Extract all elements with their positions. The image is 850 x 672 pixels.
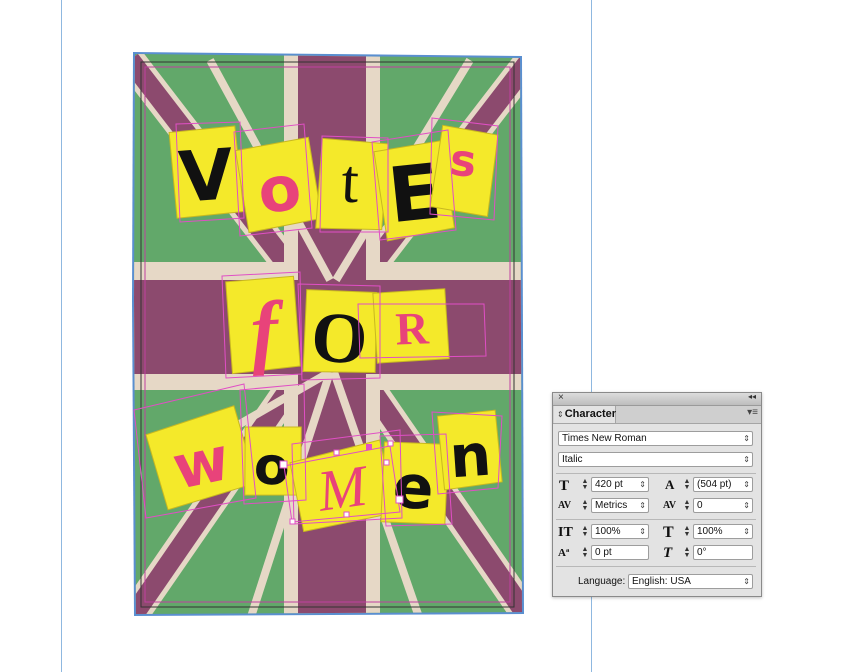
baseline-shift-field[interactable]: 0 pt [591, 545, 649, 560]
dropdown-arrows-icon: ⇕ [743, 527, 750, 536]
letter-tile-O[interactable]: O [301, 288, 381, 381]
tracking-stepper[interactable]: ▲ ▼ [683, 499, 691, 512]
dropdown-arrows-icon: ⇕ [743, 434, 750, 443]
horizontal-scale-value: 100% [697, 526, 723, 537]
horizontal-scale-icon: T [663, 524, 674, 541]
skew-icon: T [663, 545, 673, 561]
stepper-down-icon[interactable]: ▼ [581, 505, 589, 512]
font-family-select[interactable]: Times New Roman ⇕ [558, 431, 753, 446]
leading-stepper[interactable]: ▲ ▼ [683, 478, 691, 491]
dropdown-arrows-icon: ⇕ [639, 501, 646, 510]
font-size-stepper[interactable]: ▲ ▼ [581, 478, 589, 491]
horizontal-scale-stepper[interactable]: ▲ ▼ [683, 525, 691, 538]
panel-divider [556, 566, 756, 567]
kerning-stepper[interactable]: ▲ ▼ [581, 499, 589, 512]
selection-handle[interactable] [333, 449, 340, 456]
leading-value: (504 pt) [697, 479, 732, 490]
stepper-down-icon[interactable]: ▼ [683, 552, 691, 559]
letter-tile-V[interactable]: V [168, 125, 245, 220]
panel-divider [556, 519, 756, 520]
selection-handle[interactable] [279, 460, 288, 469]
character-panel: × ◂◂ ⇕Character ▾≡ Times New Roman ⇕ Ita… [552, 392, 762, 597]
letter-n: n [447, 421, 493, 492]
skew-value: 0° [697, 547, 707, 558]
stepper-down-icon[interactable]: ▼ [581, 552, 589, 559]
letter-tile-R[interactable]: R [372, 288, 450, 364]
dropdown-arrows-icon: ⇕ [639, 480, 646, 489]
font-size-value: 420 pt [595, 479, 623, 490]
tab-character-label: Character [564, 408, 617, 420]
selection-handle[interactable] [289, 518, 296, 525]
font-size-field[interactable]: 420 pt ⇕ [591, 477, 649, 492]
dropdown-arrows-icon: ⇕ [743, 501, 750, 510]
baseline-shift-stepper[interactable]: ▲ ▼ [581, 546, 589, 559]
vertical-scale-icon: IT [558, 525, 573, 540]
skew-field[interactable]: 0° [693, 545, 753, 560]
font-style-value: Italic [562, 454, 583, 465]
baseline-shift-icon: Aª [558, 547, 570, 559]
font-style-select[interactable]: Italic ⇕ [558, 452, 753, 467]
letter-t: t [340, 147, 361, 216]
selection-handle[interactable] [343, 511, 350, 518]
language-value: English: USA [632, 576, 691, 587]
close-icon[interactable]: × [558, 392, 564, 403]
panel-tabbar: ⇕Character ▾≡ [553, 406, 761, 424]
selection-handle[interactable] [366, 444, 372, 450]
kerning-icon: AV [558, 500, 572, 511]
vertical-scale-value: 100% [595, 526, 621, 537]
stepper-down-icon[interactable]: ▼ [683, 505, 691, 512]
stepper-down-icon[interactable]: ▼ [581, 484, 589, 491]
tab-toggle-icon[interactable]: ⇕ [557, 410, 564, 419]
stepper-down-icon[interactable]: ▼ [683, 531, 691, 538]
kerning-select[interactable]: Metrics ⇕ [591, 498, 649, 513]
selection-handle[interactable] [387, 440, 394, 447]
selection-handle[interactable] [395, 495, 404, 504]
language-label: Language: [578, 576, 626, 587]
letter-tile-f[interactable]: f [225, 275, 301, 378]
horizontal-scale-field[interactable]: 100% ⇕ [693, 524, 753, 539]
leading-field[interactable]: (504 pt) ⇕ [693, 477, 753, 492]
panel-divider [556, 473, 756, 474]
tracking-icon: AV [663, 500, 677, 511]
panel-menu-icon[interactable]: ▾≡ [747, 407, 758, 418]
stepper-down-icon[interactable]: ▼ [581, 531, 589, 538]
tracking-field[interactable]: 0 ⇕ [693, 498, 753, 513]
stepper-down-icon[interactable]: ▼ [683, 484, 691, 491]
font-family-value: Times New Roman [562, 433, 647, 444]
letter-O: O [309, 296, 370, 380]
tracking-value: 0 [697, 500, 703, 511]
dropdown-arrows-icon: ⇕ [743, 480, 750, 489]
selection-handle[interactable] [383, 459, 390, 466]
vertical-scale-field[interactable]: 100% ⇕ [591, 524, 649, 539]
dropdown-arrows-icon: ⇕ [743, 577, 750, 586]
collapse-panel-icon[interactable]: ◂◂ [748, 392, 756, 401]
panel-titlebar[interactable]: × ◂◂ [553, 392, 761, 406]
vertical-scale-stepper[interactable]: ▲ ▼ [581, 525, 589, 538]
dropdown-arrows-icon: ⇕ [639, 527, 646, 536]
letter-tile-o1[interactable]: o [234, 136, 323, 234]
letter-e: e [391, 452, 436, 525]
letter-R-pink: R [395, 302, 431, 354]
baseline-shift-value: 0 pt [595, 547, 612, 558]
tab-character[interactable]: ⇕Character [554, 406, 616, 423]
kerning-value: Metrics [595, 500, 628, 511]
font-size-icon: T [559, 478, 570, 494]
leading-icon: A [665, 477, 675, 492]
dropdown-arrows-icon: ⇕ [743, 455, 750, 464]
letter-V: V [176, 133, 236, 219]
skew-stepper[interactable]: ▲ ▼ [683, 546, 691, 559]
language-select[interactable]: English: USA ⇕ [628, 574, 753, 589]
